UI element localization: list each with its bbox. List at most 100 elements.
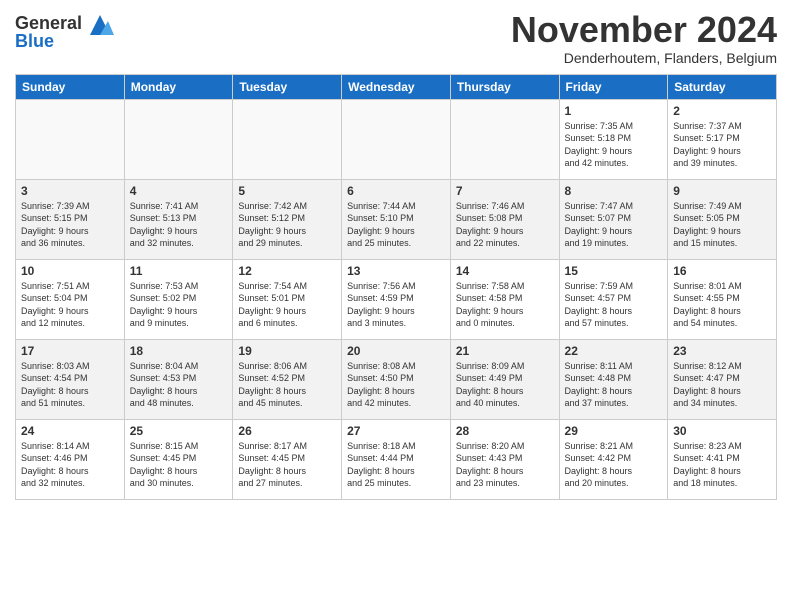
table-row: 12Sunrise: 7:54 AMSunset: 5:01 PMDayligh… — [233, 259, 342, 339]
table-row: 8 Sunrise: 7:47 AMSunset: 5:07 PMDaylight… — [559, 179, 668, 259]
calendar-week-4: 17 Sunrise: 8:03 AMSunset: 4:54 PMDayligh… — [16, 339, 777, 419]
day-number: 6 — [347, 184, 445, 198]
table-row: 15 Sunrise: 7:59 AMSunset: 4:57 PMDayligh… — [559, 259, 668, 339]
day-number: 3 — [21, 184, 119, 198]
header-friday: Friday — [559, 74, 668, 99]
day-number: 27 — [347, 424, 445, 438]
day-number: 13 — [347, 264, 445, 278]
header-monday: Monday — [124, 74, 233, 99]
day-info: Sunrise: 7:41 AMSunset: 5:13 PMDaylight:… — [130, 200, 228, 250]
day-number: 10 — [21, 264, 119, 278]
table-row: 23Sunrise: 8:12 AMSunset: 4:47 PMDayligh… — [668, 339, 777, 419]
table-row — [16, 99, 125, 179]
table-row: 18 Sunrise: 8:04 AMSunset: 4:53 PMDayligh… — [124, 339, 233, 419]
calendar-table: Sunday Monday Tuesday Wednesday Thursday… — [15, 74, 777, 500]
table-row: 7Sunrise: 7:46 AMSunset: 5:08 PMDaylight… — [450, 179, 559, 259]
table-row — [124, 99, 233, 179]
table-row: 29Sunrise: 8:21 AMSunset: 4:42 PMDayligh… — [559, 419, 668, 499]
day-number: 8 — [565, 184, 663, 198]
day-info: Sunrise: 8:09 AMSunset: 4:49 PMDaylight:… — [456, 360, 554, 410]
table-row — [450, 99, 559, 179]
day-info: Sunrise: 7:39 AMSunset: 5:15 PMDaylight:… — [21, 200, 119, 250]
day-info: Sunrise: 7:37 AMSunset: 5:17 PMDaylight:… — [673, 120, 771, 170]
header-thursday: Thursday — [450, 74, 559, 99]
day-info: Sunrise: 7:51 AMSunset: 5:04 PMDaylight:… — [21, 280, 119, 330]
table-row: 11Sunrise: 7:53 AMSunset: 5:02 PMDayligh… — [124, 259, 233, 339]
day-info: Sunrise: 8:08 AMSunset: 4:50 PMDaylight:… — [347, 360, 445, 410]
day-info: Sunrise: 8:23 AMSunset: 4:41 PMDaylight:… — [673, 440, 771, 490]
day-number: 23 — [673, 344, 771, 358]
day-number: 18 — [130, 344, 228, 358]
month-title: November 2024 — [511, 10, 777, 50]
logo-text: General Blue — [15, 14, 82, 50]
table-row: 3 Sunrise: 7:39 AMSunset: 5:15 PMDaylight… — [16, 179, 125, 259]
day-number: 16 — [673, 264, 771, 278]
table-row: 13Sunrise: 7:56 AMSunset: 4:59 PMDayligh… — [342, 259, 451, 339]
day-number: 29 — [565, 424, 663, 438]
header-wednesday: Wednesday — [342, 74, 451, 99]
table-row: 24Sunrise: 8:14 AMSunset: 4:46 PMDayligh… — [16, 419, 125, 499]
day-info: Sunrise: 7:46 AMSunset: 5:08 PMDaylight:… — [456, 200, 554, 250]
table-row: 1 Sunrise: 7:35 AMSunset: 5:18 PMDaylight… — [559, 99, 668, 179]
day-info: Sunrise: 7:49 AMSunset: 5:05 PMDaylight:… — [673, 200, 771, 250]
day-info: Sunrise: 8:03 AMSunset: 4:54 PMDaylight:… — [21, 360, 119, 410]
table-row: 22 Sunrise: 8:11 AMSunset: 4:48 PMDayligh… — [559, 339, 668, 419]
calendar-header-row: Sunday Monday Tuesday Wednesday Thursday… — [16, 74, 777, 99]
day-number: 25 — [130, 424, 228, 438]
table-row: 4 Sunrise: 7:41 AMSunset: 5:13 PMDaylight… — [124, 179, 233, 259]
day-info: Sunrise: 8:06 AMSunset: 4:52 PMDaylight:… — [238, 360, 336, 410]
day-info: Sunrise: 8:20 AMSunset: 4:43 PMDaylight:… — [456, 440, 554, 490]
day-info: Sunrise: 8:11 AMSunset: 4:48 PMDaylight:… — [565, 360, 663, 410]
header-tuesday: Tuesday — [233, 74, 342, 99]
header-sunday: Sunday — [16, 74, 125, 99]
day-number: 20 — [347, 344, 445, 358]
day-number: 1 — [565, 104, 663, 118]
table-row: 28Sunrise: 8:20 AMSunset: 4:43 PMDayligh… — [450, 419, 559, 499]
table-row: 2 Sunrise: 7:37 AMSunset: 5:17 PMDaylight… — [668, 99, 777, 179]
calendar-week-3: 10 Sunrise: 7:51 AMSunset: 5:04 PMDayligh… — [16, 259, 777, 339]
table-row: 26 Sunrise: 8:17 AMSunset: 4:45 PMDayligh… — [233, 419, 342, 499]
table-row: 9 Sunrise: 7:49 AMSunset: 5:05 PMDaylight… — [668, 179, 777, 259]
table-row: 25 Sunrise: 8:15 AMSunset: 4:45 PMDayligh… — [124, 419, 233, 499]
day-number: 17 — [21, 344, 119, 358]
logo-blue: Blue — [15, 32, 82, 50]
day-info: Sunrise: 8:17 AMSunset: 4:45 PMDaylight:… — [238, 440, 336, 490]
table-row: 14Sunrise: 7:58 AMSunset: 4:58 PMDayligh… — [450, 259, 559, 339]
table-row: 30 Sunrise: 8:23 AMSunset: 4:41 PMDayligh… — [668, 419, 777, 499]
day-info: Sunrise: 8:18 AMSunset: 4:44 PMDaylight:… — [347, 440, 445, 490]
logo: General Blue — [15, 14, 114, 50]
table-row: 19 Sunrise: 8:06 AMSunset: 4:52 PMDayligh… — [233, 339, 342, 419]
logo-general: General — [15, 14, 82, 32]
day-info: Sunrise: 8:15 AMSunset: 4:45 PMDaylight:… — [130, 440, 228, 490]
day-info: Sunrise: 8:04 AMSunset: 4:53 PMDaylight:… — [130, 360, 228, 410]
table-row: 16Sunrise: 8:01 AMSunset: 4:55 PMDayligh… — [668, 259, 777, 339]
table-row: 10 Sunrise: 7:51 AMSunset: 5:04 PMDayligh… — [16, 259, 125, 339]
day-number: 5 — [238, 184, 336, 198]
page-container: General Blue November 2024 Denderhoutem,… — [0, 0, 792, 510]
day-number: 2 — [673, 104, 771, 118]
calendar-week-1: 1 Sunrise: 7:35 AMSunset: 5:18 PMDaylight… — [16, 99, 777, 179]
day-number: 19 — [238, 344, 336, 358]
day-number: 30 — [673, 424, 771, 438]
calendar-week-5: 24Sunrise: 8:14 AMSunset: 4:46 PMDayligh… — [16, 419, 777, 499]
table-row: 6 Sunrise: 7:44 AMSunset: 5:10 PMDaylight… — [342, 179, 451, 259]
day-number: 15 — [565, 264, 663, 278]
day-info: Sunrise: 8:14 AMSunset: 4:46 PMDaylight:… — [21, 440, 119, 490]
day-number: 26 — [238, 424, 336, 438]
day-number: 21 — [456, 344, 554, 358]
day-info: Sunrise: 7:35 AMSunset: 5:18 PMDaylight:… — [565, 120, 663, 170]
day-number: 9 — [673, 184, 771, 198]
header-saturday: Saturday — [668, 74, 777, 99]
page-header: General Blue November 2024 Denderhoutem,… — [15, 10, 777, 66]
logo-icon — [86, 11, 114, 39]
day-info: Sunrise: 7:58 AMSunset: 4:58 PMDaylight:… — [456, 280, 554, 330]
day-number: 4 — [130, 184, 228, 198]
table-row: 17 Sunrise: 8:03 AMSunset: 4:54 PMDayligh… — [16, 339, 125, 419]
day-info: Sunrise: 7:59 AMSunset: 4:57 PMDaylight:… — [565, 280, 663, 330]
table-row: 5Sunrise: 7:42 AMSunset: 5:12 PMDaylight… — [233, 179, 342, 259]
day-info: Sunrise: 7:44 AMSunset: 5:10 PMDaylight:… — [347, 200, 445, 250]
table-row: 21 Sunrise: 8:09 AMSunset: 4:49 PMDayligh… — [450, 339, 559, 419]
day-number: 12 — [238, 264, 336, 278]
day-number: 22 — [565, 344, 663, 358]
day-info: Sunrise: 7:47 AMSunset: 5:07 PMDaylight:… — [565, 200, 663, 250]
